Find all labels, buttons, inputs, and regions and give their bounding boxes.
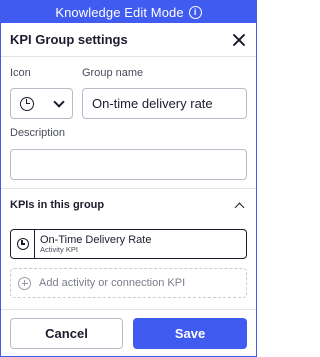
kpi-card[interactable]: On-Time Delivery Rate Activity KPI xyxy=(10,229,247,259)
section-divider xyxy=(1,188,256,189)
kpis-section-header[interactable]: KPIs in this group xyxy=(10,196,247,214)
chevron-down-icon xyxy=(53,95,65,108)
description-input[interactable] xyxy=(10,149,247,180)
icon-picker-select[interactable] xyxy=(10,88,73,119)
knowledge-edit-mode-banner: Knowledge Edit Mode i xyxy=(1,1,256,23)
plus-circle-icon xyxy=(18,276,31,290)
dialog-footer: Cancel Save xyxy=(1,309,256,356)
save-button[interactable]: Save xyxy=(133,317,247,349)
kpi-type: Activity KPI xyxy=(40,244,78,254)
info-icon[interactable]: i xyxy=(188,5,202,19)
group-name-input[interactable] xyxy=(82,88,247,119)
clock-icon xyxy=(16,238,29,250)
group-name-field-label: Group name xyxy=(82,67,144,79)
icon-field-label: Icon xyxy=(10,67,31,79)
close-icon[interactable] xyxy=(231,32,247,48)
kpi-group-settings-panel: Knowledge Edit Mode i KPI Group settings… xyxy=(0,0,257,357)
kpis-section-title: KPIs in this group xyxy=(10,199,105,211)
chevron-up-icon[interactable] xyxy=(234,202,245,212)
mode-bar-label: Knowledge Edit Mode xyxy=(55,4,184,20)
dialog-title: KPI Group settings xyxy=(10,32,128,47)
description-field-label: Description xyxy=(10,127,66,139)
dialog-header: KPI Group settings xyxy=(1,23,256,57)
add-kpi-label: Add activity or connection KPI xyxy=(39,277,186,289)
add-kpi-button[interactable]: Add activity or connection KPI xyxy=(10,268,247,298)
clock-icon xyxy=(20,96,34,111)
kpi-card-icon-box xyxy=(11,230,35,258)
kpi-card-texts: On-Time Delivery Rate Activity KPI xyxy=(35,234,151,254)
cancel-button[interactable]: Cancel xyxy=(10,317,123,349)
